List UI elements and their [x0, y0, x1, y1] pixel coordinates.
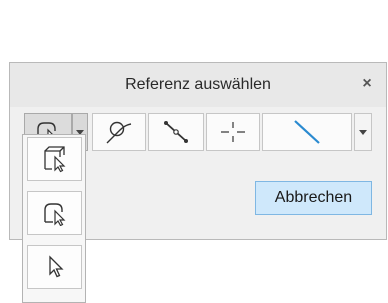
- tool-curve-select[interactable]: [92, 113, 146, 151]
- tool-edge-select[interactable]: [148, 113, 204, 151]
- tool-dropdown-menu: [22, 134, 86, 303]
- menu-item-surface-select[interactable]: [27, 191, 82, 235]
- arrow-cursor-icon: [48, 255, 64, 278]
- menu-item-body-select[interactable]: [27, 137, 82, 181]
- line-select-icon: [294, 120, 320, 144]
- close-button[interactable]: ×: [356, 73, 378, 95]
- dialog-title: Referenz auswählen: [125, 76, 271, 93]
- edge-select-icon: [164, 121, 188, 143]
- more-tools-dropdown[interactable]: [354, 113, 372, 151]
- surface-select-icon: [43, 203, 65, 226]
- body-select-icon: [43, 146, 65, 173]
- curve-select-icon: [106, 121, 132, 144]
- cancel-button[interactable]: Abbrechen: [255, 181, 372, 215]
- dialog-titlebar: Referenz auswählen ×: [10, 63, 386, 107]
- tool-point-select[interactable]: [206, 113, 260, 151]
- tool-line-select[interactable]: [262, 113, 352, 151]
- chevron-down-icon: [359, 129, 367, 135]
- menu-item-arrow-select[interactable]: [27, 245, 82, 289]
- point-select-icon: [221, 122, 245, 142]
